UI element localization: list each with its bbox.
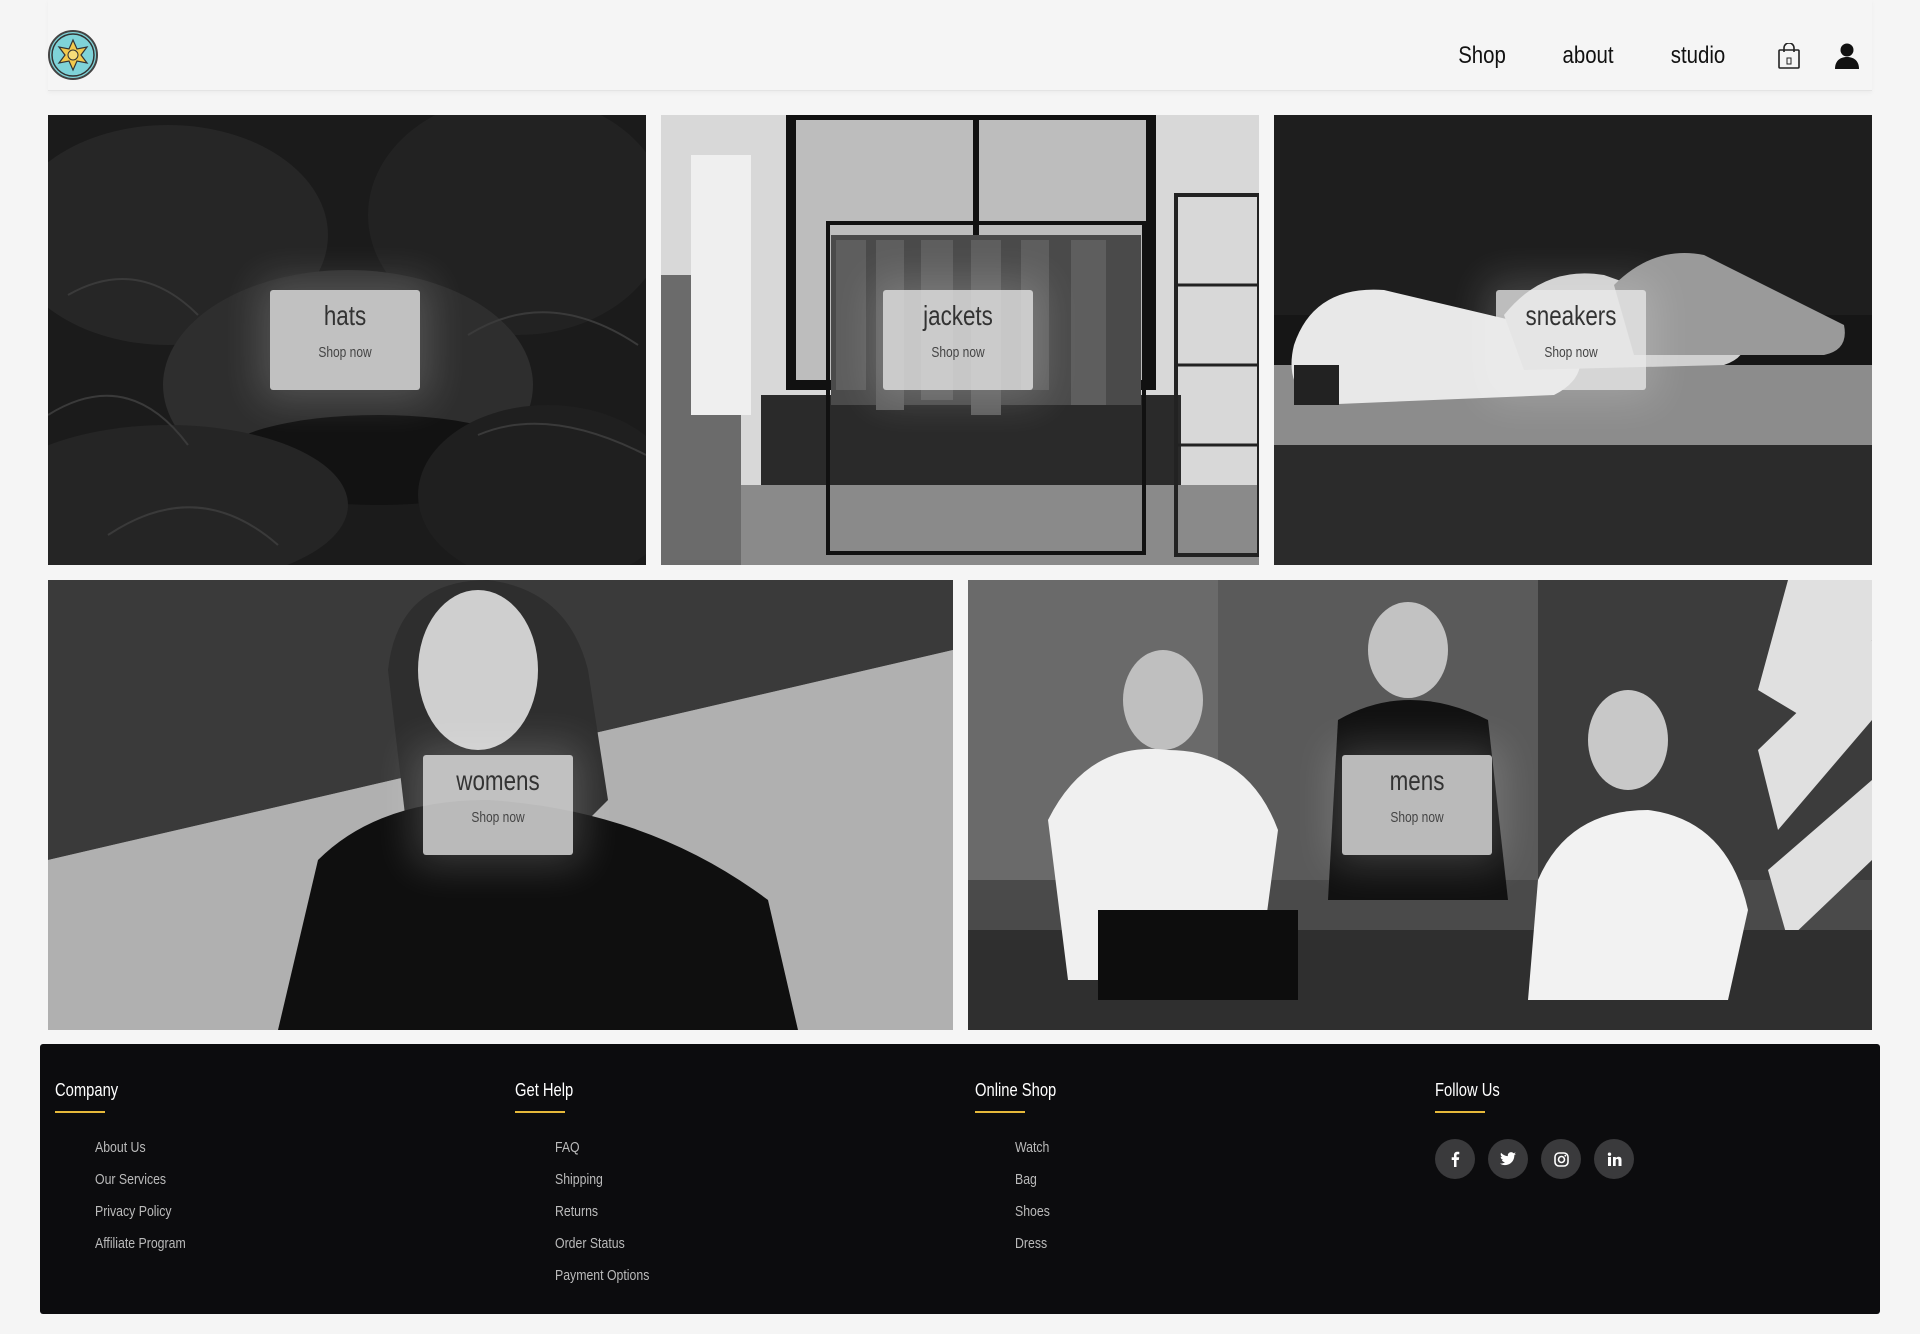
nav-shop[interactable]: Shop xyxy=(1458,42,1506,70)
shop-now-link[interactable]: Shop now xyxy=(898,344,1018,361)
category-tile-jackets[interactable]: jackets Shop now xyxy=(661,115,1259,565)
category-tile-mens[interactable]: mens Shop now xyxy=(968,580,1872,1030)
twitter-icon[interactable] xyxy=(1488,1139,1528,1179)
category-title: womens xyxy=(456,765,540,796)
footer-link[interactable]: Affiliate Program xyxy=(95,1235,186,1267)
footer-link[interactable]: Watch xyxy=(1015,1139,1063,1171)
category-title: mens xyxy=(1389,765,1445,796)
footer-link[interactable]: Bag xyxy=(1015,1171,1063,1203)
footer-link[interactable]: About Us xyxy=(95,1139,186,1171)
footer-link[interactable]: Returns xyxy=(555,1203,649,1235)
logo-icon xyxy=(51,33,95,77)
shopping-bag-icon[interactable] xyxy=(1778,43,1800,69)
category-tile-sneakers[interactable]: sneakers Shop now xyxy=(1274,115,1872,565)
category-tile-womens[interactable]: womens Shop now xyxy=(48,580,953,1030)
footer-column-company: Company About Us Our Services Privacy Po… xyxy=(55,1080,206,1267)
footer-link[interactable]: Order Status xyxy=(555,1235,649,1267)
tile-label-hats: hats Shop now xyxy=(270,290,420,390)
main-nav: Shop about studio xyxy=(1454,36,1872,76)
shop-now-link[interactable]: Shop now xyxy=(1511,344,1631,361)
tile-label-jackets: jackets Shop now xyxy=(883,290,1033,390)
tile-label-sneakers: sneakers Shop now xyxy=(1496,290,1646,390)
footer-column-get-help: Get Help FAQ Shipping Returns Order Stat… xyxy=(515,1080,670,1299)
shop-now-link[interactable]: Shop now xyxy=(438,809,558,826)
category-title: jackets xyxy=(923,300,993,331)
footer-column-follow-us: Follow Us xyxy=(1435,1080,1647,1179)
user-icon[interactable] xyxy=(1834,42,1860,70)
category-title: sneakers xyxy=(1525,300,1617,331)
footer-link[interactable]: Our Services xyxy=(95,1171,186,1203)
heading-underline xyxy=(55,1111,105,1113)
footer-heading: Online Shop xyxy=(975,1080,1057,1100)
logo[interactable] xyxy=(48,30,98,80)
tile-label-womens: womens Shop now xyxy=(423,755,573,855)
site-footer: Company About Us Our Services Privacy Po… xyxy=(40,1044,1880,1314)
shop-now-link[interactable]: Shop now xyxy=(1357,809,1477,826)
linkedin-icon[interactable] xyxy=(1594,1139,1634,1179)
category-tile-hats[interactable]: hats Shop now xyxy=(48,115,646,565)
facebook-icon[interactable] xyxy=(1435,1139,1475,1179)
category-title: hats xyxy=(323,300,367,331)
footer-heading: Follow Us xyxy=(1435,1080,1500,1100)
shop-now-link[interactable]: Shop now xyxy=(285,344,405,361)
footer-heading: Company xyxy=(55,1080,119,1100)
footer-link[interactable]: Payment Options xyxy=(555,1267,649,1299)
footer-link[interactable]: Shoes xyxy=(1015,1203,1063,1235)
footer-link[interactable]: Shipping xyxy=(555,1171,649,1203)
nav-about[interactable]: about xyxy=(1562,42,1613,70)
heading-underline xyxy=(975,1111,1025,1113)
instagram-icon[interactable] xyxy=(1541,1139,1581,1179)
footer-link[interactable]: Privacy Policy xyxy=(95,1203,186,1235)
heading-underline xyxy=(1435,1111,1485,1113)
footer-heading: Get Help xyxy=(515,1080,574,1100)
footer-link[interactable]: Dress xyxy=(1015,1235,1063,1267)
tile-label-mens: mens Shop now xyxy=(1342,755,1492,855)
heading-underline xyxy=(515,1111,565,1113)
site-header: Shop about studio xyxy=(48,0,1872,91)
footer-column-online-shop: Online Shop Watch Bag Shoes Dress xyxy=(975,1080,1074,1267)
footer-link[interactable]: FAQ xyxy=(555,1139,649,1171)
nav-studio[interactable]: studio xyxy=(1671,42,1725,70)
social-links xyxy=(1435,1139,1647,1179)
